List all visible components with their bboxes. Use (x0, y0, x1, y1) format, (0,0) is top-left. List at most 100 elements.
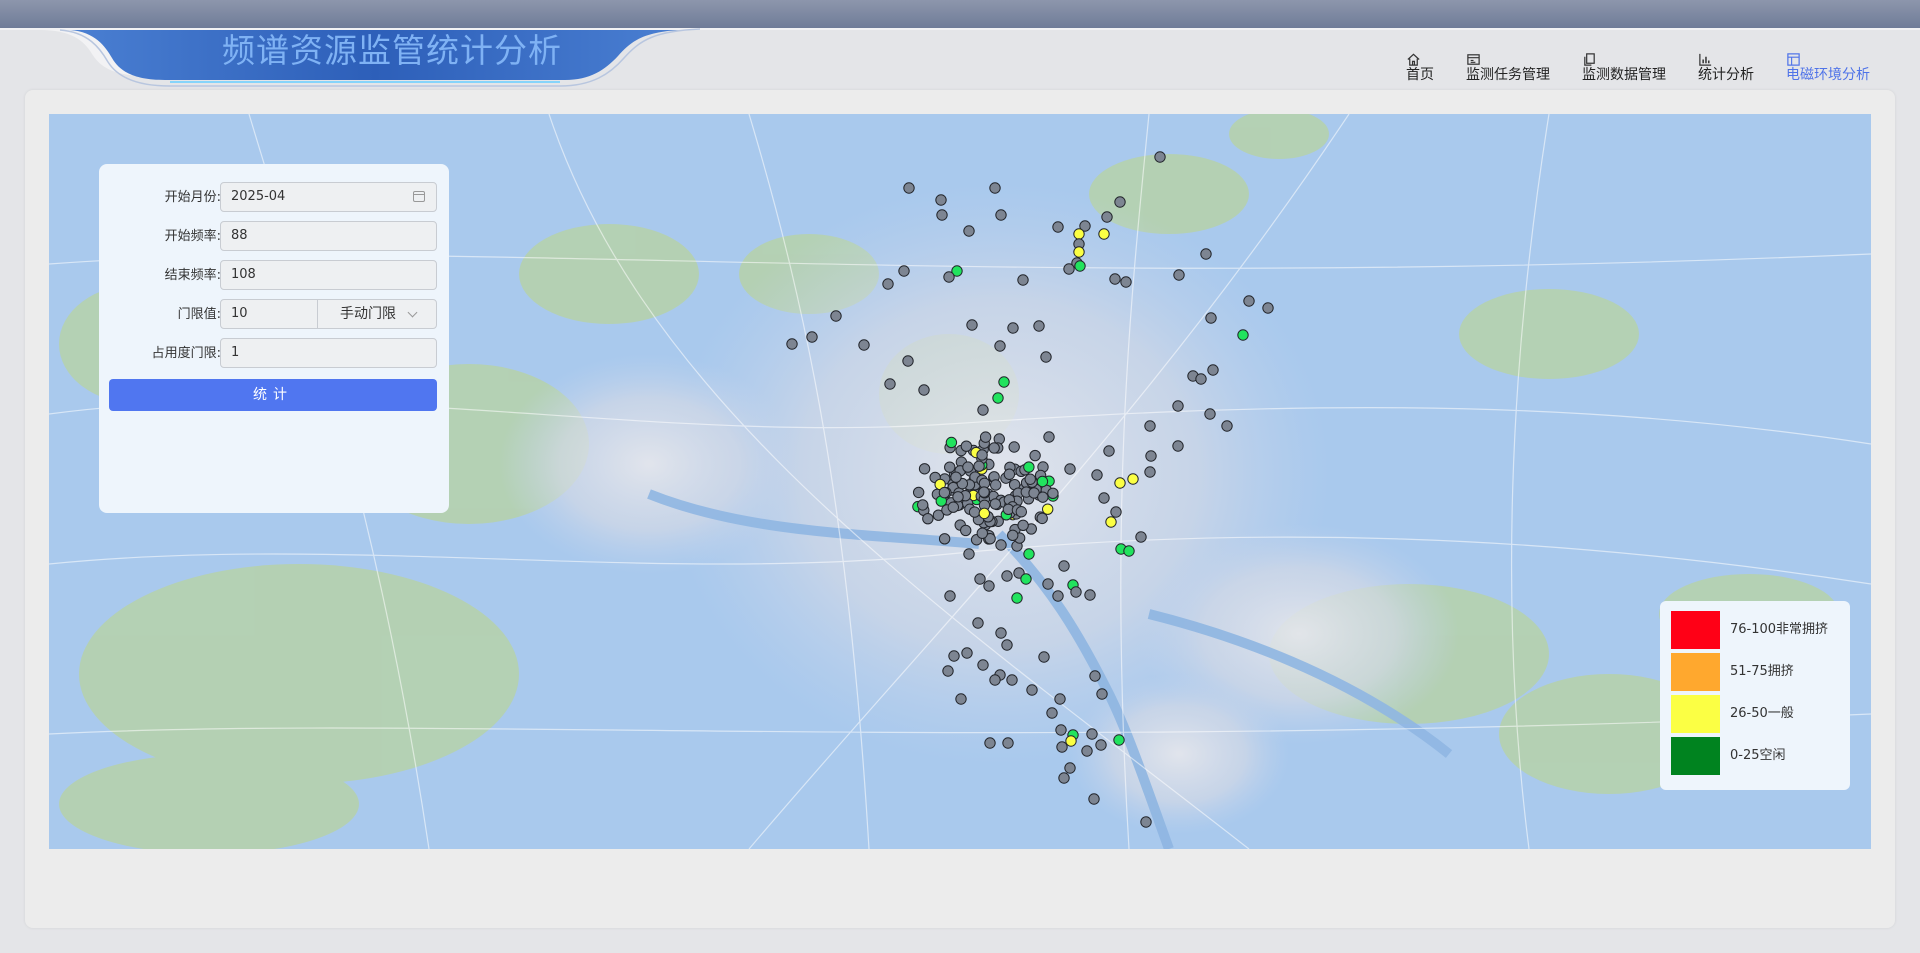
map-marker[interactable] (1056, 741, 1068, 753)
map-marker[interactable] (1006, 674, 1018, 686)
map-marker[interactable] (1064, 463, 1076, 475)
map-marker[interactable] (1029, 449, 1041, 462)
map-marker[interactable] (942, 665, 954, 677)
map-marker[interactable] (1002, 737, 1014, 749)
map-marker[interactable] (806, 331, 818, 343)
map-marker[interactable] (935, 194, 947, 206)
map-marker[interactable] (1088, 793, 1100, 805)
map-marker[interactable] (1140, 816, 1152, 828)
map-marker[interactable] (994, 340, 1006, 352)
statistics-button[interactable]: 统计 (109, 379, 437, 411)
map-marker[interactable] (1073, 228, 1085, 240)
map-marker[interactable] (1243, 295, 1255, 307)
map-marker[interactable] (912, 486, 925, 499)
map-marker[interactable] (944, 461, 956, 473)
map-marker[interactable] (989, 182, 1001, 194)
map-marker[interactable] (1070, 586, 1082, 598)
map-marker[interactable] (922, 512, 934, 525)
map-marker[interactable] (916, 499, 929, 511)
map-marker[interactable] (1110, 506, 1122, 518)
map-marker[interactable] (968, 506, 981, 518)
map-marker[interactable] (1200, 248, 1212, 260)
map-marker[interactable] (963, 225, 975, 237)
map-marker[interactable] (960, 440, 973, 452)
map-marker[interactable] (995, 627, 1007, 639)
map-marker[interactable] (1109, 273, 1121, 285)
map-marker[interactable] (884, 378, 896, 390)
map-marker[interactable] (1063, 263, 1075, 275)
map-marker[interactable] (943, 271, 955, 283)
map-marker[interactable] (1105, 516, 1117, 528)
map-marker[interactable] (944, 590, 956, 602)
map-marker[interactable] (961, 647, 973, 659)
map-marker[interactable] (983, 580, 995, 592)
map-marker[interactable] (1037, 491, 1049, 503)
end-freq-input[interactable]: 108 (220, 260, 437, 290)
map-marker[interactable] (1001, 570, 1013, 582)
map-marker[interactable] (955, 693, 967, 705)
map-marker[interactable] (1098, 492, 1110, 504)
map-marker[interactable] (945, 436, 958, 449)
map-marker[interactable] (882, 278, 894, 290)
map-marker[interactable] (1237, 329, 1249, 341)
map-marker[interactable] (903, 182, 915, 194)
threshold-mode-select[interactable]: 手动门限 (317, 299, 437, 329)
map-marker[interactable] (938, 533, 951, 545)
map-marker[interactable] (1089, 670, 1101, 682)
map-marker[interactable] (786, 338, 798, 350)
map-marker[interactable] (995, 539, 1007, 551)
map-marker[interactable] (1123, 545, 1135, 557)
map-marker[interactable] (1003, 468, 1016, 480)
map-marker[interactable] (1205, 312, 1217, 324)
map-marker[interactable] (1081, 745, 1093, 757)
map-marker[interactable] (1173, 269, 1185, 281)
map-marker[interactable] (974, 573, 986, 585)
map-marker[interactable] (1172, 440, 1184, 452)
map-marker[interactable] (950, 471, 962, 483)
map-marker[interactable] (1098, 228, 1110, 240)
map-marker[interactable] (1145, 450, 1157, 462)
map-marker[interactable] (1073, 246, 1085, 258)
map-marker[interactable] (936, 209, 948, 221)
map-marker[interactable] (1040, 351, 1052, 363)
map-marker[interactable] (1207, 364, 1219, 376)
map-marker[interactable] (1042, 578, 1054, 590)
map-marker[interactable] (918, 463, 931, 475)
map-marker[interactable] (952, 491, 964, 503)
map-marker[interactable] (948, 650, 960, 662)
map-marker[interactable] (1008, 441, 1020, 453)
map-marker[interactable] (992, 392, 1004, 404)
map-marker[interactable] (1042, 503, 1054, 515)
map-marker[interactable] (1038, 651, 1050, 663)
map-marker[interactable] (1011, 592, 1023, 604)
start-freq-input[interactable]: 88 (220, 221, 437, 251)
map-marker[interactable] (972, 617, 984, 629)
map-marker[interactable] (1024, 473, 1036, 485)
map-marker[interactable] (858, 339, 870, 351)
map-marker[interactable] (989, 479, 1002, 491)
start-month-picker[interactable]: 2025-04 (220, 182, 437, 212)
map-marker[interactable] (1221, 420, 1233, 432)
map-marker[interactable] (978, 507, 991, 520)
map-marker[interactable] (938, 486, 951, 499)
map-marker[interactable] (1007, 529, 1019, 542)
map-marker[interactable] (1127, 473, 1139, 485)
map-marker[interactable] (1103, 445, 1115, 457)
map-marker[interactable] (1007, 322, 1019, 334)
map-marker[interactable] (1052, 590, 1064, 602)
map-marker[interactable] (1047, 487, 1059, 500)
map-marker[interactable] (1020, 573, 1032, 585)
map-marker[interactable] (1154, 151, 1166, 163)
map-marker[interactable] (1023, 461, 1035, 473)
occupancy-input[interactable]: 1 (220, 338, 437, 368)
map-marker[interactable] (966, 319, 978, 331)
map-marker[interactable] (1096, 688, 1108, 700)
map-marker[interactable] (1101, 211, 1113, 223)
map-marker[interactable] (1135, 531, 1147, 543)
map-marker[interactable] (830, 310, 842, 322)
map-marker[interactable] (1144, 420, 1156, 432)
map-marker[interactable] (1055, 724, 1067, 736)
map-marker[interactable] (977, 659, 989, 671)
map-marker[interactable] (1046, 707, 1058, 719)
map-marker[interactable] (1015, 506, 1028, 518)
